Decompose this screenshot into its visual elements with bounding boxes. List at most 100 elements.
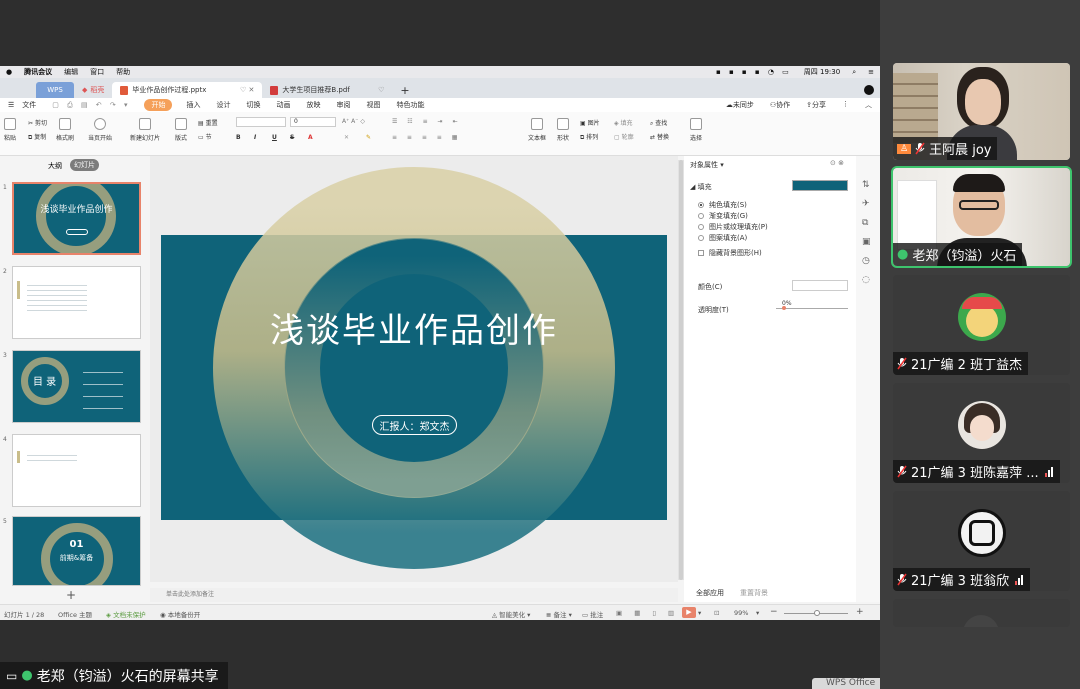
slide-title[interactable]: 浅谈毕业作品创作 [161, 303, 667, 352]
new-slide-button[interactable]: 新建幻灯片 [130, 118, 160, 142]
view-mode-icons[interactable]: ▣ ▦ ▯ ▥ [616, 609, 679, 617]
hide-bg-checkbox[interactable]: 隐藏背景图形(H) [698, 248, 762, 258]
scroll-thumb[interactable] [679, 160, 683, 580]
add-tab-button[interactable]: + [392, 82, 417, 98]
main-slide[interactable]: 浅谈毕业作品创作 汇报人：郑文杰 [161, 167, 667, 569]
tab-outline[interactable]: 大纲 [48, 161, 62, 171]
reset-button[interactable]: ▤ 重置 [198, 118, 218, 127]
font-color-icon[interactable]: A [308, 134, 313, 141]
fill-color-picker[interactable] [792, 180, 848, 191]
tab-home[interactable]: 开始 [144, 99, 173, 111]
replace-button[interactable]: ⇄ 替换 [650, 132, 669, 141]
fill-option-gradient[interactable]: 渐变填充(G) [698, 211, 748, 221]
strikethrough-icon[interactable]: S [290, 134, 294, 141]
select-button[interactable]: 选择 [690, 118, 702, 142]
menu-file[interactable]: 文件 [22, 100, 36, 110]
add-slide-icon[interactable]: + [66, 588, 76, 602]
arrange-button[interactable]: ⧉ 排列 [580, 132, 598, 142]
zoom-dropdown-icon[interactable]: ▾ [756, 609, 759, 617]
fit-icon[interactable]: ⊡ [714, 609, 719, 617]
bold-icon[interactable]: B [236, 134, 241, 141]
fill-option-picture[interactable]: 图片或纹理填充(P) [698, 222, 768, 232]
clear-format-icon[interactable]: ✕ [344, 134, 349, 141]
menubar-edit[interactable]: 编辑 [64, 67, 78, 77]
transparency-slider[interactable] [776, 308, 848, 309]
font-size-dropdown[interactable]: 0 [290, 117, 336, 127]
align-icons[interactable]: ≡ ≡ ≡ ≡ ▦ [392, 134, 461, 141]
play-slideshow-icon[interactable]: ▶ [682, 607, 696, 618]
zoom-out-button[interactable]: − [770, 607, 778, 617]
tab-wps-home[interactable]: WPS [36, 82, 74, 98]
participant-tile[interactable] [893, 599, 1070, 627]
paste-button[interactable]: 粘贴 [4, 118, 16, 142]
fill-section[interactable]: ◢ 填充 [690, 182, 712, 192]
hamburger-icon[interactable]: ☰ [8, 101, 14, 109]
menubar-window[interactable]: 窗口 [90, 67, 104, 77]
tab-special-features[interactable]: 特色功能 [396, 100, 424, 110]
font-size-icons[interactable]: A⁺ A⁻ ◇ [342, 118, 365, 125]
close-tab-icon[interactable]: ♡ ✕ [232, 86, 254, 94]
slide-thumb-3[interactable]: 目 录 [12, 350, 141, 423]
search-icon[interactable]: ⌕ [852, 68, 856, 77]
side-tool-icons[interactable]: ⇅ ✈ ⧉ ▣ ◷ ◌ [862, 176, 871, 290]
paragraph-icons[interactable]: ☰ ☷ ≡ ⇥ ⇤ [392, 118, 461, 125]
fill-button[interactable]: ◈ 填充 [614, 118, 633, 127]
favorite-icon[interactable]: ♡ [370, 86, 384, 94]
slide-thumb-5[interactable]: 01 前期&筹备 [12, 516, 141, 586]
zoom-slider-handle[interactable] [814, 610, 820, 616]
highlight-icon[interactable]: ✎ [366, 134, 371, 141]
slide-thumb-4[interactable] [12, 434, 141, 507]
italic-icon[interactable]: I [254, 134, 256, 141]
textbox-button[interactable]: 文本框 [528, 118, 546, 142]
reset-bg-button[interactable]: 重置背景 [740, 588, 768, 598]
section-button[interactable]: ▭ 节 [198, 132, 212, 141]
apply-all-button[interactable]: 全部应用 [696, 588, 724, 598]
participant-tile[interactable]: ● 老郑（钧溢）火石 [891, 166, 1072, 268]
layout-button[interactable]: 版式 [175, 118, 187, 142]
presenter-pill[interactable]: 汇报人：郑文杰 [372, 415, 457, 435]
profile-icon[interactable] [864, 85, 874, 95]
theme-name[interactable]: Office 主题 [58, 609, 92, 619]
collapse-ribbon-icon[interactable]: ︿ [865, 100, 872, 110]
tab-doc-pdf[interactable]: 大学生项目推荐B.pdf ♡ [262, 82, 392, 98]
copy-button[interactable]: ⧉ 复制 [28, 132, 46, 142]
collab-button[interactable]: ⚇协作 [770, 100, 790, 110]
tab-insert[interactable]: 插入 [186, 100, 200, 110]
share-button[interactable]: ⇪分享 [806, 100, 826, 110]
slide-thumb-1[interactable]: 浅谈毕业作品创作 [12, 182, 141, 255]
tab-doc-pptx[interactable]: 毕业作品创作过程.pptx ♡ ✕ [112, 82, 263, 98]
fill-option-pattern[interactable]: 图案填充(A) [698, 233, 747, 243]
menubar-help[interactable]: 帮助 [116, 67, 130, 77]
color-dropdown[interactable] [792, 280, 848, 291]
format-painter-button[interactable]: 格式刷 [56, 118, 74, 142]
shape-button[interactable]: 形状 [557, 118, 569, 142]
doc-protection[interactable]: ◈ 文档未保护 [106, 609, 146, 619]
participant-tile[interactable]: ♙ 王阿晨 joy [893, 63, 1070, 160]
underline-icon[interactable]: U [272, 134, 277, 141]
participant-tile[interactable]: 21广编 3 班翁欣 [893, 491, 1070, 591]
participant-tile[interactable]: 21广编 3 班陈嘉萍 ... [893, 383, 1070, 483]
tab-review[interactable]: 审阅 [336, 100, 350, 110]
fill-option-solid[interactable]: 纯色填充(S) [698, 200, 747, 210]
outline-button[interactable]: ▢ 轮廓 [614, 132, 634, 141]
play-current-button[interactable]: 当页开始 [88, 118, 112, 142]
more-icon[interactable]: ⋮ [842, 100, 849, 110]
tab-slideshow[interactable]: 放映 [306, 100, 320, 110]
zoom-level[interactable]: 99% [734, 609, 748, 617]
notes-area[interactable]: 单击此处添加备注 [150, 588, 678, 602]
tab-view[interactable]: 视图 [366, 100, 380, 110]
notes-button[interactable]: ≣ 备注 ▾ [546, 609, 572, 619]
cut-button[interactable]: ✂ 剪切 [28, 118, 47, 127]
slide-thumb-2[interactable] [12, 266, 141, 339]
props-header[interactable]: 对象属性 ▾ [690, 160, 724, 170]
play-dropdown-icon[interactable]: ▾ [698, 609, 701, 617]
sync-status[interactable]: ☁未同步 [726, 100, 754, 110]
participant-tile[interactable]: 21广编 2 班丁益杰 [893, 275, 1070, 375]
tab-design[interactable]: 设计 [216, 100, 230, 110]
apple-icon[interactable]: ● [6, 68, 12, 76]
control-center-icon[interactable]: ≡ [868, 68, 874, 76]
comments-button[interactable]: ▭ 批注 [582, 609, 603, 619]
pin-icon[interactable]: ⊙ ⊗ [830, 159, 844, 167]
local-backup[interactable]: ◉ 本地备份开 [160, 609, 200, 619]
menubar-app-name[interactable]: 腾讯会议 [24, 67, 52, 77]
